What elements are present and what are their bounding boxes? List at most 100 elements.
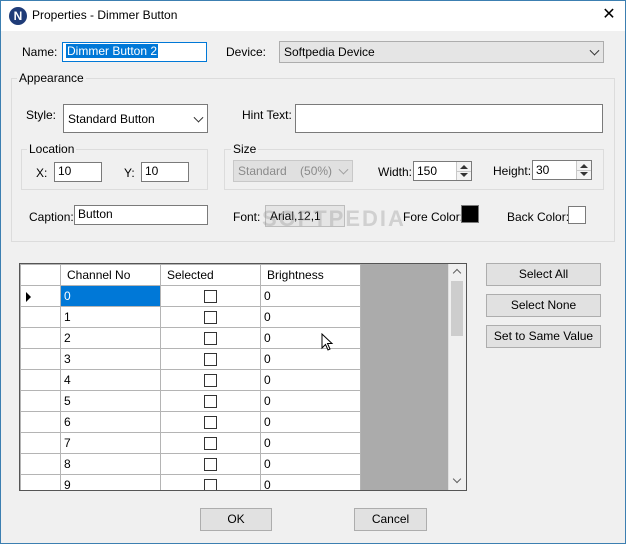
row-header[interactable]	[20, 327, 61, 349]
width-spinner[interactable]: 150	[413, 161, 472, 181]
brightness-cell[interactable]: 0	[260, 306, 361, 328]
device-label: Device:	[226, 45, 267, 59]
table-row[interactable]: 50	[20, 390, 361, 412]
channel-cell[interactable]: 6	[60, 411, 161, 433]
table-row[interactable]: 30	[20, 348, 361, 370]
chevron-down-icon	[338, 164, 349, 175]
channel-grid[interactable]: Channel No Selected Brightness 001020304…	[19, 263, 467, 491]
appearance-label: Appearance	[17, 71, 86, 85]
channel-cell[interactable]: 4	[60, 369, 161, 391]
selected-checkbox[interactable]	[204, 395, 217, 409]
column-header-selected[interactable]: Selected	[160, 264, 261, 286]
table-row[interactable]: 00	[20, 285, 361, 307]
row-header[interactable]	[20, 453, 61, 475]
spin-down-icon[interactable]	[580, 172, 588, 176]
back-color-swatch[interactable]	[568, 206, 586, 224]
hint-text-input[interactable]	[295, 104, 603, 133]
table-row[interactable]: 80	[20, 453, 361, 475]
brightness-cell[interactable]: 0	[260, 432, 361, 454]
table-header-row: Channel No Selected Brightness	[20, 264, 361, 286]
selected-checkbox[interactable]	[204, 437, 217, 451]
brightness-cell[interactable]: 0	[260, 474, 361, 490]
brightness-cell[interactable]: 0	[260, 348, 361, 370]
column-header-brightness[interactable]: Brightness	[260, 264, 361, 286]
size-dropdown[interactable]: Standard (50%)	[233, 160, 353, 182]
selected-cell	[160, 411, 261, 433]
current-row-pointer-icon	[26, 291, 31, 302]
row-header[interactable]	[20, 390, 61, 412]
selected-cell	[160, 474, 261, 490]
channel-cell[interactable]: 1	[60, 306, 161, 328]
height-spinner[interactable]: 30	[532, 160, 592, 180]
brightness-cell[interactable]: 0	[260, 285, 361, 307]
table-row[interactable]: 20	[20, 327, 361, 349]
width-value: 150	[417, 164, 438, 178]
spin-up-icon[interactable]	[460, 165, 468, 169]
row-header[interactable]	[20, 306, 61, 328]
ok-button[interactable]: OK	[200, 508, 272, 531]
scroll-up-icon[interactable]	[452, 268, 462, 278]
selected-checkbox[interactable]	[204, 290, 217, 304]
scroll-thumb[interactable]	[451, 281, 463, 336]
selected-checkbox[interactable]	[204, 374, 217, 388]
x-input[interactable]: 10	[54, 162, 102, 182]
row-header[interactable]	[20, 348, 61, 370]
brightness-cell[interactable]: 0	[260, 369, 361, 391]
channel-cell[interactable]: 0	[60, 285, 161, 307]
channel-cell[interactable]: 9	[60, 474, 161, 490]
selected-cell	[160, 327, 261, 349]
column-header-channel[interactable]: Channel No	[60, 264, 161, 286]
close-icon[interactable]: ✕	[597, 4, 621, 26]
location-label: Location	[27, 142, 77, 156]
cancel-button[interactable]: Cancel	[354, 508, 427, 531]
row-header[interactable]	[20, 411, 61, 433]
selected-checkbox[interactable]	[204, 416, 217, 430]
table-row[interactable]: 60	[20, 411, 361, 433]
vertical-scrollbar[interactable]	[448, 264, 466, 490]
brightness-cell[interactable]: 0	[260, 327, 361, 349]
channel-cell[interactable]: 3	[60, 348, 161, 370]
name-input[interactable]: Dimmer Button 2	[62, 42, 207, 62]
row-header[interactable]	[20, 432, 61, 454]
hint-text-label: Hint Text:	[242, 108, 292, 122]
channel-cell[interactable]: 8	[60, 453, 161, 475]
set-same-value-button[interactable]: Set to Same Value	[486, 325, 601, 348]
selected-cell	[160, 285, 261, 307]
fore-color-swatch[interactable]	[461, 205, 479, 223]
selected-checkbox[interactable]	[204, 311, 217, 325]
brightness-cell[interactable]: 0	[260, 411, 361, 433]
style-dropdown[interactable]: Standard Button	[63, 104, 208, 133]
row-header[interactable]	[20, 474, 61, 490]
font-label: Font:	[233, 210, 261, 224]
brightness-cell[interactable]: 0	[260, 453, 361, 475]
select-none-button[interactable]: Select None	[486, 294, 601, 317]
mouse-cursor-icon	[321, 333, 334, 351]
device-value: Softpedia Device	[284, 45, 375, 59]
y-input[interactable]: 10	[141, 162, 189, 182]
fore-color-label: Fore Color:	[403, 210, 464, 224]
table-row[interactable]: 70	[20, 432, 361, 454]
device-dropdown[interactable]: Softpedia Device	[279, 41, 604, 63]
channel-cell[interactable]: 5	[60, 390, 161, 412]
selected-checkbox[interactable]	[204, 332, 217, 346]
name-label: Name:	[22, 45, 58, 59]
row-header[interactable]	[20, 369, 61, 391]
channel-cell[interactable]: 7	[60, 432, 161, 454]
caption-input[interactable]: Button	[74, 205, 208, 225]
selected-checkbox[interactable]	[204, 458, 217, 472]
channel-cell[interactable]: 2	[60, 327, 161, 349]
table-row[interactable]: 40	[20, 369, 361, 391]
selected-checkbox[interactable]	[204, 479, 217, 490]
scroll-down-icon[interactable]	[452, 474, 462, 484]
style-label: Style:	[26, 108, 57, 122]
row-header[interactable]	[20, 285, 61, 307]
table-row[interactable]: 10	[20, 306, 361, 328]
row-header-corner	[20, 264, 61, 286]
select-all-button[interactable]: Select All	[486, 263, 601, 286]
spin-down-icon[interactable]	[460, 173, 468, 177]
table-row[interactable]: 90	[20, 474, 361, 490]
selected-cell	[160, 390, 261, 412]
selected-checkbox[interactable]	[204, 353, 217, 367]
spin-up-icon[interactable]	[580, 164, 588, 168]
brightness-cell[interactable]: 0	[260, 390, 361, 412]
